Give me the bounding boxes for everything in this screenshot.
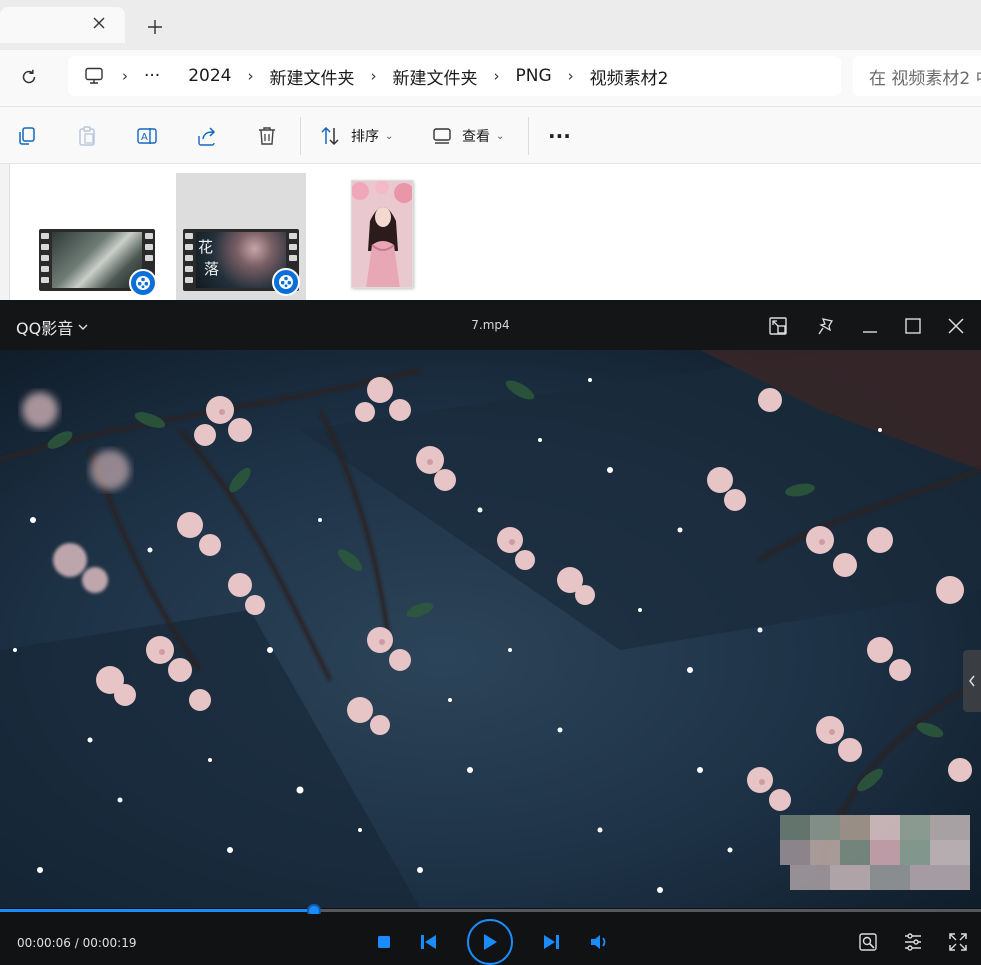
close-icon bbox=[93, 17, 105, 29]
progress-fill bbox=[0, 909, 314, 912]
video-scene bbox=[0, 350, 981, 908]
copy-icon bbox=[19, 127, 35, 145]
settings-button[interactable] bbox=[901, 930, 925, 954]
chevron-right-icon[interactable]: › bbox=[552, 67, 590, 85]
mini-mode-button[interactable] bbox=[764, 312, 792, 340]
close-icon bbox=[948, 318, 964, 334]
command-bar: A 排序 ⌄ 查看 ⌄ ··· bbox=[0, 106, 981, 164]
chevron-left-icon bbox=[969, 675, 975, 687]
tab-close-button[interactable] bbox=[84, 8, 114, 38]
search-input[interactable]: 在 视频素材2 中搜索 bbox=[853, 56, 981, 96]
player-title-bar[interactable]: QQ影音 7.mp4 bbox=[0, 300, 981, 350]
close-button[interactable] bbox=[942, 312, 970, 340]
mini-mode-icon bbox=[769, 317, 787, 335]
play-icon bbox=[484, 934, 497, 950]
progress-slider[interactable] bbox=[0, 904, 981, 918]
sort-icon bbox=[321, 126, 339, 146]
chevron-right-icon[interactable]: › bbox=[231, 67, 269, 85]
stop-button[interactable] bbox=[374, 932, 394, 952]
share-button[interactable] bbox=[196, 121, 218, 151]
file-item-video-2[interactable]: 花落 bbox=[176, 173, 306, 300]
minimize-button[interactable] bbox=[856, 312, 884, 340]
time-display: 00:00:06 / 00:00:19 bbox=[17, 936, 137, 950]
file-item-image[interactable] bbox=[351, 180, 413, 288]
chevron-down-icon: ⌄ bbox=[496, 130, 505, 142]
qq-player-badge-icon bbox=[129, 269, 157, 297]
maximize-button[interactable] bbox=[899, 312, 927, 340]
file-item-video-1[interactable] bbox=[32, 173, 162, 300]
refresh-button[interactable] bbox=[14, 62, 44, 92]
maximize-icon bbox=[905, 318, 921, 334]
delete-icon bbox=[259, 127, 275, 145]
fullscreen-icon bbox=[949, 933, 967, 951]
paste-icon bbox=[79, 126, 95, 146]
breadcrumb[interactable]: › ··· 2024 › 新建文件夹 › 新建文件夹 › PNG › 视频素材2 bbox=[68, 56, 841, 96]
minimize-icon bbox=[863, 331, 877, 333]
chevron-right-icon[interactable]: › bbox=[354, 67, 392, 85]
sort-label: 排序 bbox=[351, 129, 379, 145]
toolbar-divider bbox=[528, 117, 529, 155]
pin-button[interactable] bbox=[812, 312, 840, 340]
view-icon bbox=[433, 128, 451, 144]
chevron-right-icon[interactable]: › bbox=[106, 67, 144, 85]
tab-bar bbox=[0, 0, 981, 50]
svg-text:A: A bbox=[141, 132, 148, 143]
chevron-down-icon: ⌄ bbox=[385, 130, 394, 142]
breadcrumb-item-png[interactable]: PNG bbox=[515, 66, 551, 86]
view-label: 查看 bbox=[462, 129, 490, 145]
svg-text:落: 落 bbox=[204, 260, 219, 278]
qq-player-window: QQ影音 7.mp4 00:00:06 / 00:00:19 bbox=[0, 300, 981, 965]
next-button[interactable] bbox=[540, 932, 562, 952]
breadcrumb-item-2024[interactable]: 2024 bbox=[188, 66, 231, 86]
new-tab-button[interactable] bbox=[140, 12, 170, 42]
sort-button[interactable]: 排序 ⌄ bbox=[319, 121, 393, 151]
file-view: 花落 bbox=[0, 164, 981, 300]
thumbnail-calligraphy: 花 bbox=[198, 238, 213, 256]
next-icon bbox=[544, 935, 559, 949]
rename-icon: A bbox=[137, 128, 157, 144]
video-frame[interactable] bbox=[0, 350, 981, 908]
playback-controls: 00:00:06 / 00:00:19 bbox=[0, 914, 981, 965]
fullscreen-button[interactable] bbox=[946, 930, 970, 954]
paste-button[interactable] bbox=[76, 121, 98, 151]
settings-icon bbox=[905, 933, 921, 951]
view-button[interactable]: 查看 ⌄ bbox=[432, 121, 504, 151]
pin-icon bbox=[818, 318, 834, 335]
volume-icon bbox=[591, 935, 606, 949]
refresh-icon bbox=[22, 69, 36, 84]
copy-button[interactable] bbox=[16, 121, 38, 151]
toolbar-divider bbox=[300, 117, 301, 155]
breadcrumb-item-current[interactable]: 视频素材2 bbox=[590, 64, 669, 89]
delete-button[interactable] bbox=[256, 121, 278, 151]
screenshot-button[interactable] bbox=[856, 930, 880, 954]
rename-button[interactable]: A bbox=[136, 121, 158, 151]
breadcrumb-overflow[interactable]: ··· bbox=[144, 66, 160, 86]
breadcrumb-item-folder-1[interactable]: 新建文件夹 bbox=[269, 64, 354, 89]
side-panel-toggle[interactable] bbox=[963, 650, 981, 712]
volume-button[interactable] bbox=[588, 931, 612, 953]
qq-player-badge-icon bbox=[272, 268, 300, 296]
stop-icon bbox=[378, 936, 390, 948]
breadcrumb-item-folder-2[interactable]: 新建文件夹 bbox=[392, 64, 477, 89]
previous-button[interactable] bbox=[418, 932, 440, 952]
chevron-right-icon[interactable]: › bbox=[477, 67, 515, 85]
play-button[interactable] bbox=[467, 919, 513, 965]
more-options-button[interactable]: ··· bbox=[548, 121, 571, 151]
image-thumbnail bbox=[352, 181, 412, 287]
screenshot-icon bbox=[859, 933, 877, 951]
share-icon bbox=[198, 127, 216, 146]
previous-icon bbox=[421, 935, 436, 949]
navigation-pane-edge bbox=[0, 164, 10, 300]
plus-icon bbox=[148, 20, 162, 34]
address-bar-row: › ··· 2024 › 新建文件夹 › 新建文件夹 › PNG › 视频素材2… bbox=[0, 50, 981, 106]
this-pc-icon[interactable] bbox=[82, 64, 106, 88]
